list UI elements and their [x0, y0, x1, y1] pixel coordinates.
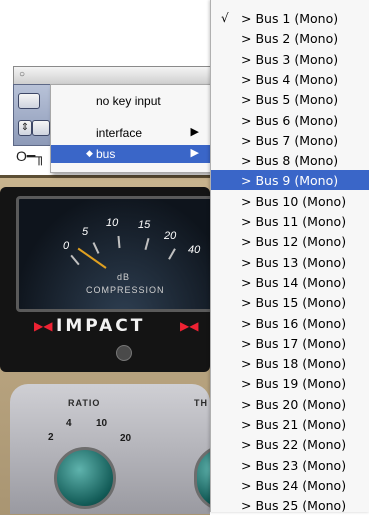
meter-scale-5: 5	[82, 226, 89, 238]
bus-menu-item-label: > Bus 21 (Mono)	[241, 417, 347, 432]
brand-arrow-right-icon: ▶◀	[180, 319, 199, 333]
threshold-label: TH	[194, 398, 208, 408]
bus-menu-item[interactable]: > Bus 14 (Mono)	[211, 272, 369, 292]
meter-scale-15: 15	[138, 219, 151, 231]
key-icon: O━╖	[16, 148, 46, 164]
bus-menu-item-label: > Bus 13 (Mono)	[241, 254, 347, 270]
bus-menu-item[interactable]: > Bus 17 (Mono)	[211, 333, 369, 353]
bus-menu-item[interactable]: > Bus 21 (Mono)	[211, 414, 369, 434]
bus-menu-item[interactable]: > Bus 24 (Mono)	[211, 475, 369, 495]
bus-menu-item-label: > Bus 8 (Mono)	[241, 153, 339, 169]
bus-menu-item[interactable]: > Bus 10 (Mono)	[211, 191, 369, 211]
ratio-scale-20: 20	[120, 433, 132, 444]
panel-screw-icon	[116, 345, 132, 361]
bus-menu-item-label: > Bus 23 (Mono)	[241, 457, 347, 473]
bus-menu-item-label: > Bus 7 (Mono)	[241, 132, 339, 148]
bus-menu-item[interactable]: > Bus 11 (Mono)	[211, 211, 369, 231]
ratio-scale-2: 2	[48, 432, 54, 443]
checkmark-icon: √	[221, 11, 229, 25]
bus-menu-item[interactable]: > Bus 20 (Mono)	[211, 394, 369, 414]
bus-menu-item-label: > Bus 10 (Mono)	[241, 193, 347, 209]
meter-scale-40: 40	[188, 244, 201, 256]
bus-menu-item-label: > Bus 18 (Mono)	[241, 356, 347, 372]
menu-item-label: interface	[96, 126, 143, 140]
menu-item-no-key-input[interactable]: no key input	[51, 92, 211, 110]
bus-menu-item-label: > Bus 2 (Mono)	[241, 31, 339, 47]
meter-scale-10: 10	[106, 217, 119, 229]
bus-menu-item-label: > Bus 17 (Mono)	[241, 335, 347, 351]
key-input-menu: no key input interface ▶ ◆ bus ▶	[50, 84, 212, 173]
meter-caption: COMPRESSION	[86, 285, 165, 295]
submenu-arrow-icon: ▶	[190, 147, 199, 159]
ratio-scale-4: 4	[66, 418, 72, 429]
bus-menu-item[interactable]: > Bus 13 (Mono)	[211, 252, 369, 272]
bus-menu-item[interactable]: > Bus 16 (Mono)	[211, 313, 369, 333]
bus-menu-item-label: > Bus 12 (Mono)	[241, 234, 347, 250]
brand-logo: IMPACT	[56, 316, 146, 336]
window-close-icon[interactable]: ○	[19, 69, 25, 80]
preset-selector[interactable]	[32, 120, 50, 136]
bus-menu-item-label: > Bus 11 (Mono)	[241, 214, 347, 229]
bus-menu-item[interactable]: > Bus 12 (Mono)	[211, 231, 369, 251]
menu-item-label: bus	[96, 147, 116, 161]
bus-menu-item[interactable]: > Bus 8 (Mono)	[211, 150, 369, 170]
bus-menu-item-label: > Bus 19 (Mono)	[241, 376, 347, 392]
bus-menu-item-label: > Bus 1 (Mono)	[241, 11, 339, 26]
bus-menu-item-label: > Bus 6 (Mono)	[241, 112, 339, 128]
bus-menu-item-label: > Bus 16 (Mono)	[241, 315, 347, 331]
automation-button[interactable]	[18, 93, 40, 109]
bus-menu-item[interactable]: > Bus 2 (Mono)	[211, 28, 369, 48]
ratio-scale-10: 10	[96, 418, 108, 429]
bus-menu-item-label: > Bus 9 (Mono)	[241, 173, 339, 189]
ratio-label: RATIO	[68, 398, 101, 408]
bus-submenu: √ > Bus 1 (Mono) > Bus 2 (Mono) > Bus 3 (Mo…	[210, 0, 369, 515]
submenu-arrow-icon: ▶	[190, 126, 199, 138]
bus-menu-item-label: > Bus 5 (Mono)	[241, 92, 339, 108]
bus-menu-item[interactable]: > Bus 23 (Mono)	[211, 455, 369, 475]
bus-menu-item[interactable]: > Bus 5 (Mono)	[211, 89, 369, 109]
bus-menu-item-label: > Bus 25 (Mono)	[241, 498, 347, 514]
bus-menu-item[interactable]: > Bus 3 (Mono)	[211, 49, 369, 69]
brand-arrow-left-icon: ▶◀	[34, 319, 53, 333]
bus-menu-item-label: > Bus 24 (Mono)	[241, 477, 347, 493]
menu-item-label: no key input	[96, 94, 161, 108]
bus-menu-item[interactable]: √ > Bus 1 (Mono)	[211, 8, 369, 28]
bus-menu-item[interactable]: > Bus 4 (Mono)	[211, 69, 369, 89]
menu-item-interface[interactable]: interface ▶	[51, 124, 211, 142]
meter-scale-0: 0	[63, 240, 70, 252]
menu-item-bus[interactable]: ◆ bus ▶	[51, 145, 211, 163]
stepper-arrows-icon: ⇕	[20, 122, 30, 133]
bus-menu-item[interactable]: > Bus 15 (Mono)	[211, 292, 369, 312]
window-title-bar[interactable]: ○	[13, 66, 225, 84]
bus-menu-item[interactable]: > Bus 22 (Mono)	[211, 434, 369, 454]
bus-menu-item[interactable]: > Bus 9 (Mono)	[211, 170, 369, 191]
ratio-knob[interactable]	[54, 447, 116, 509]
preset-stepper[interactable]: ⇕	[18, 120, 32, 136]
bus-menu-item[interactable]: > Bus 6 (Mono)	[211, 110, 369, 130]
bus-menu-item-label: > Bus 20 (Mono)	[241, 396, 347, 412]
bus-menu-item[interactable]: > Bus 7 (Mono)	[211, 130, 369, 150]
bus-menu-item[interactable]: > Bus 25 (Mono)	[211, 495, 369, 515]
bus-menu-item-label: > Bus 22 (Mono)	[241, 437, 347, 453]
meter-unit-label: dB	[117, 272, 131, 282]
bus-menu-item-label: > Bus 14 (Mono)	[241, 274, 347, 290]
bus-menu-item-label: > Bus 4 (Mono)	[241, 71, 339, 87]
bus-menu-item-label: > Bus 3 (Mono)	[241, 51, 339, 67]
meter-scale-20: 20	[164, 230, 177, 242]
bus-menu-item[interactable]: > Bus 19 (Mono)	[211, 373, 369, 393]
bus-menu-item[interactable]: > Bus 18 (Mono)	[211, 353, 369, 373]
bus-menu-item-label: > Bus 15 (Mono)	[241, 295, 347, 311]
selected-dot-icon: ◆	[86, 148, 93, 158]
